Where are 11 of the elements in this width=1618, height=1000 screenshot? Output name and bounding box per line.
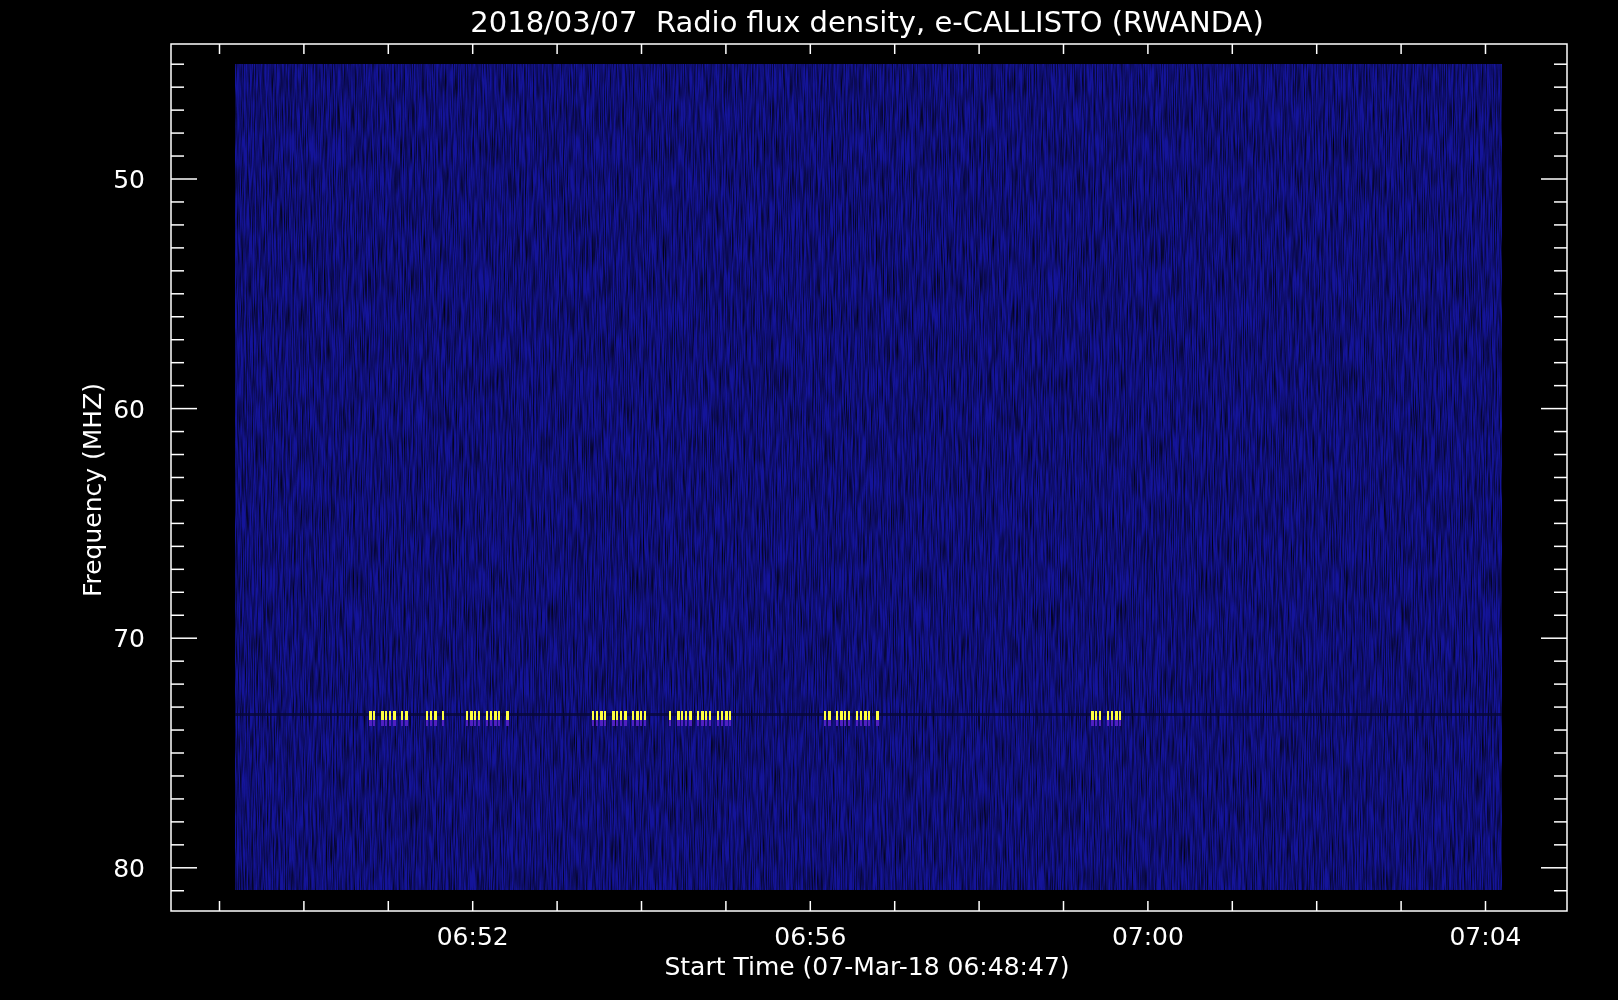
x-axis-label: Start Time (07-Mar-18 06:48:47)	[664, 952, 1070, 981]
x-tick-label: 06:56	[774, 922, 847, 951]
chart-title: 2018/03/07 Radio flux density, e-CALLISTO (RWANDA)	[470, 5, 1264, 39]
y-tick-label: 70	[113, 624, 145, 654]
x-tick-label: 06:52	[436, 922, 509, 951]
y-tick-label: 60	[113, 394, 145, 424]
y-axis-label: Frequency (MHZ)	[78, 382, 107, 598]
y-tick-label: 80	[113, 853, 145, 883]
x-tick-label: 07:04	[1449, 922, 1522, 951]
x-tick-label: 07:00	[1111, 922, 1184, 951]
y-tick-label: 50	[113, 165, 145, 194]
